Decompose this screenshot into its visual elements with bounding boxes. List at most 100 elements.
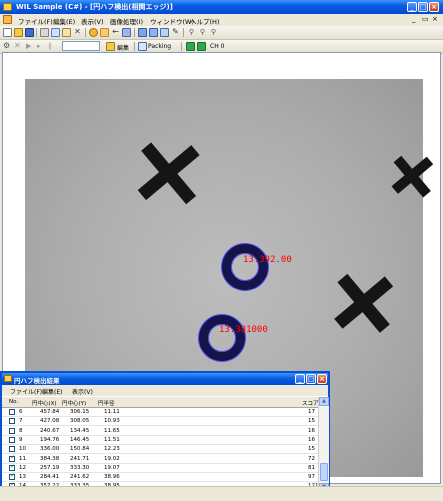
cell-no: 7 <box>19 418 23 425</box>
select-tool-icon[interactable] <box>100 28 109 37</box>
vertical-scrollbar[interactable]: ▲ ▼ <box>318 397 329 493</box>
gear-icon[interactable]: ⚙ <box>3 42 12 51</box>
zoom-icon[interactable]: ⚲ <box>187 28 196 37</box>
cell-r: 19.02 <box>104 455 120 462</box>
settings-icon[interactable] <box>89 28 98 37</box>
edit-label[interactable]: 編集 <box>117 43 129 52</box>
new-file-icon[interactable] <box>3 28 12 37</box>
result-window-title: 円ハフ検出結果 <box>14 377 60 385</box>
menu-file[interactable]: ファイル(F) <box>18 16 53 26</box>
menu-view[interactable]: 表示(V) <box>81 16 104 26</box>
minimize-button[interactable]: _ <box>407 2 417 12</box>
result-window-title-bar[interactable]: 円ハフ検出結果 _ □ × <box>2 373 328 385</box>
row-checkbox[interactable] <box>9 427 15 434</box>
pause-icon[interactable]: ∥ <box>48 42 57 51</box>
result-close-button[interactable]: × <box>317 374 327 384</box>
row-checkbox[interactable] <box>9 472 15 481</box>
row-checkbox[interactable] <box>9 446 15 453</box>
cell-y: 241.71 <box>70 455 90 462</box>
paste-icon[interactable] <box>62 28 71 37</box>
child-minimize-button[interactable]: _ <box>412 15 416 23</box>
table-row[interactable]: 12 257.19 333.30 19.07 81 <box>2 463 318 473</box>
cross-mark <box>318 257 411 350</box>
zoom-out-icon[interactable]: ⚲ <box>209 28 218 37</box>
edit-icon[interactable] <box>106 42 115 51</box>
result-grid-header: No. 円中心(X) 円中心(Y) 円半径 スコア <box>2 397 319 408</box>
cell-no: 8 <box>19 427 23 434</box>
row-checkbox[interactable] <box>9 418 15 425</box>
result-maximize-button[interactable]: □ <box>306 374 316 384</box>
channel-label[interactable]: CH 0 <box>210 43 224 50</box>
table-row[interactable]: 6 457.84 306.15 11.11 17 <box>2 408 318 417</box>
cell-x: 427.08 <box>40 418 60 425</box>
arrow-left-icon[interactable]: ← <box>111 28 120 37</box>
delete-icon[interactable]: ✕ <box>73 28 82 37</box>
packing-label[interactable]: Packing <box>148 43 171 50</box>
row-checkbox[interactable] <box>9 436 15 443</box>
table-row[interactable]: 9 194.76 146.45 11.51 16 <box>2 436 318 445</box>
cascade-icon[interactable] <box>160 28 169 37</box>
open-folder-icon[interactable] <box>14 28 23 37</box>
cell-score: 17 <box>308 409 315 415</box>
circle-label: 13.381000 <box>219 325 268 335</box>
table-row[interactable]: 10 336.00 150.84 12.23 15 <box>2 445 318 455</box>
result-menu-edit[interactable]: 編集(E) <box>42 387 62 396</box>
stop-icon[interactable]: ✕ <box>14 42 23 51</box>
row-checkbox[interactable] <box>9 454 15 462</box>
scroll-thumb[interactable] <box>320 463 328 481</box>
step-icon[interactable]: ▸ <box>37 42 46 51</box>
grid-icon[interactable] <box>149 28 158 37</box>
cell-y: 333.30 <box>70 464 90 471</box>
result-menu-bar: ファイル(F) 編集(E) 表示(V) <box>2 385 328 396</box>
hough-result-window[interactable]: 円ハフ検出結果 _ □ × ファイル(F) 編集(E) 表示(V) No. 円中… <box>0 371 330 495</box>
row-checkbox[interactable] <box>9 463 15 471</box>
pen-icon[interactable]: ✎ <box>171 28 180 37</box>
table-row[interactable]: 13 284.41 241.62 38.96 97 <box>2 472 318 483</box>
menu-help[interactable]: ヘルプ(H) <box>190 16 219 26</box>
scroll-up-button[interactable]: ▲ <box>319 397 329 406</box>
window-icon[interactable] <box>122 28 131 37</box>
menu-image-processing[interactable]: 画像処理(I) <box>110 16 143 26</box>
cell-r: 11.65 <box>104 427 120 434</box>
cell-y: 308.05 <box>70 418 90 425</box>
result-menu-view[interactable]: 表示(V) <box>72 387 93 396</box>
cell-score: 97 <box>308 474 315 481</box>
zoom-in-icon[interactable]: ⚲ <box>198 28 207 37</box>
image-select-dropdown[interactable] <box>62 41 100 51</box>
main-title-bar[interactable]: WIL Sample (C#) - [円ハフ検出(相関エッジ)] _ □ × <box>0 0 443 14</box>
channel-prev-icon[interactable] <box>186 42 195 51</box>
menu-window[interactable]: ウィンドウ(W) <box>150 16 194 26</box>
row-checkbox[interactable] <box>9 409 15 415</box>
col-score[interactable]: スコア <box>302 399 319 407</box>
result-minimize-button[interactable]: _ <box>295 374 305 384</box>
channel-next-icon[interactable] <box>197 42 206 51</box>
result-menu-file[interactable]: ファイル(F) <box>10 387 42 396</box>
col-center-x[interactable]: 円中心(X) <box>32 399 57 407</box>
play-icon[interactable]: ▶ <box>26 42 35 51</box>
col-center-y[interactable]: 円中心(Y) <box>62 399 86 407</box>
cell-score: 16 <box>308 436 315 443</box>
table-row[interactable]: 8 240.67 134.45 11.65 16 <box>2 427 318 436</box>
cut-icon[interactable] <box>40 28 49 37</box>
packing-icon[interactable] <box>138 42 147 51</box>
col-radius[interactable]: 円半径 <box>98 399 115 407</box>
cell-x: 336.00 <box>40 446 60 453</box>
save-icon[interactable] <box>25 28 34 37</box>
cell-x: 384.38 <box>40 455 60 462</box>
cell-no: 9 <box>19 436 23 443</box>
table-row[interactable]: 7 427.08 308.05 10.93 15 <box>2 417 318 427</box>
maximize-button[interactable]: □ <box>418 2 428 12</box>
col-no[interactable]: No. <box>9 399 18 405</box>
child-close-button[interactable]: × <box>432 15 438 23</box>
main-toolbar: ✕ ← ✎ ⚲ ⚲ ⚲ <box>0 26 443 40</box>
copy-icon[interactable] <box>51 28 60 37</box>
menu-edit[interactable]: 編集(E) <box>53 16 75 26</box>
child-restore-button[interactable]: ▭ <box>422 15 429 23</box>
table-row[interactable]: 11 384.38 241.71 19.02 72 <box>2 454 318 464</box>
detected-circle <box>222 244 268 290</box>
cell-no: 13 <box>19 474 26 481</box>
close-button[interactable]: × <box>429 2 439 12</box>
doc-icon[interactable] <box>3 15 12 24</box>
app-icon <box>3 3 12 11</box>
tile-icon[interactable] <box>138 28 147 37</box>
